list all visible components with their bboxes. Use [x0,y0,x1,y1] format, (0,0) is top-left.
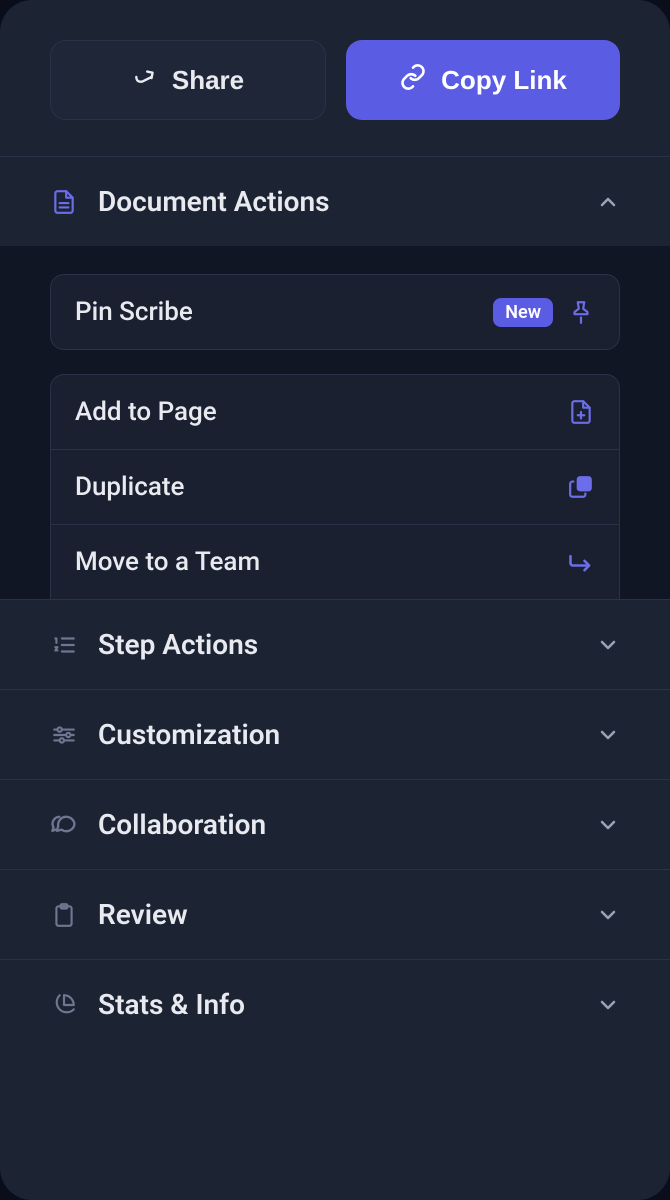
section-title: Step Actions [98,628,576,661]
copy-link-button[interactable]: Copy Link [346,40,620,120]
section-title: Review [98,898,576,931]
action-label: Move to a Team [75,547,553,577]
share-button[interactable]: Share [50,40,326,120]
section-review: Review [0,869,670,959]
duplicate-icon [567,473,595,501]
chevron-down-icon [596,723,620,747]
section-collaboration: Collaboration [0,779,670,869]
action-move-to-team[interactable]: Move to a Team [50,525,620,599]
section-document-actions: Document Actions Pin Scribe New Add to P… [0,156,670,599]
section-step-actions: Step Actions [0,599,670,689]
section-stats-info: Stats & Info [0,959,670,1049]
share-button-label: Share [172,65,244,96]
action-duplicate[interactable]: Duplicate [50,450,620,525]
actions-panel: Share Copy Link Document Actions Pin Scr… [0,0,670,1200]
pie-chart-icon [50,991,78,1019]
chevron-up-icon [596,190,620,214]
chevron-down-icon [596,903,620,927]
section-title: Collaboration [98,808,576,841]
action-label: Duplicate [75,472,553,502]
section-title: Stats & Info [98,988,576,1021]
section-header-step-actions[interactable]: Step Actions [0,600,670,689]
document-icon [50,188,78,216]
copy-link-button-label: Copy Link [441,65,567,96]
chevron-down-icon [596,633,620,657]
section-header-stats-info[interactable]: Stats & Info [0,960,670,1049]
action-label: Pin Scribe [75,297,479,327]
move-arrow-icon [567,548,595,576]
chevron-down-icon [596,993,620,1017]
section-title: Customization [98,718,576,751]
section-body-document-actions: Pin Scribe New Add to Page Duplicate [0,246,670,599]
section-customization: Customization [0,689,670,779]
action-pin-scribe[interactable]: Pin Scribe New [50,274,620,350]
action-label: Add to Page [75,397,553,427]
clipboard-icon [50,901,78,929]
section-header-collaboration[interactable]: Collaboration [0,780,670,869]
header-buttons: Share Copy Link [0,0,670,156]
link-icon [399,63,427,98]
share-icon [132,64,158,97]
section-header-customization[interactable]: Customization [0,690,670,779]
action-add-to-page[interactable]: Add to Page [50,374,620,450]
ordered-list-icon [50,631,78,659]
section-header-review[interactable]: Review [0,870,670,959]
section-title: Document Actions [98,185,576,218]
new-badge: New [493,298,553,327]
pin-icon [567,298,595,326]
chevron-down-icon [596,813,620,837]
chat-icon [50,811,78,839]
action-group: Add to Page Duplicate Move to a Team [50,374,620,599]
sliders-icon [50,721,78,749]
section-header-document-actions[interactable]: Document Actions [0,157,670,246]
file-plus-icon [567,398,595,426]
